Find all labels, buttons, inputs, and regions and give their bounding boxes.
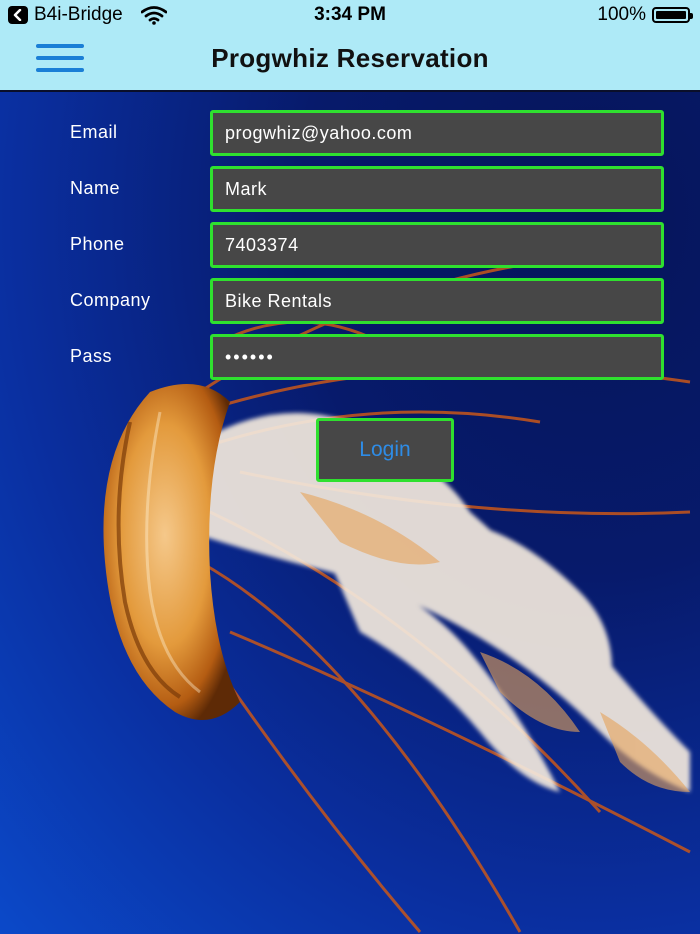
jellyfish-background-image — [103, 250, 691, 933]
page-title: Progwhiz Reservation — [211, 43, 489, 73]
form-row-phone: Phone 7403374 — [0, 222, 700, 268]
company-label: Company — [70, 290, 151, 310]
form-row-email: Email progwhiz@yahoo.com — [0, 110, 700, 156]
phone-field[interactable]: 7403374 — [210, 222, 664, 268]
form-row-company: Company Bike Rentals — [0, 278, 700, 324]
form-row-name: Name Mark — [0, 166, 700, 212]
status-bar: B4i-Bridge 3:34 PM 100% — [0, 0, 700, 30]
pass-label: Pass — [70, 346, 113, 366]
company-field[interactable]: Bike Rentals — [210, 278, 664, 324]
battery-fill — [656, 11, 686, 19]
battery-percent: 100% — [597, 4, 646, 25]
email-label: Email — [70, 122, 118, 142]
login-form-panel: Email progwhiz@yahoo.com Name Mark Phone… — [0, 90, 700, 934]
form-row-pass: Pass •••••• — [0, 334, 700, 380]
phone-label: Phone — [70, 234, 125, 254]
battery-icon — [652, 7, 693, 23]
email-field[interactable]: progwhiz@yahoo.com — [210, 110, 664, 156]
password-field[interactable]: •••••• — [210, 334, 664, 380]
name-field[interactable]: Mark — [210, 166, 664, 212]
login-button[interactable]: Login — [316, 418, 454, 482]
name-label: Name — [70, 178, 121, 198]
nav-bar: Progwhiz Reservation — [0, 30, 700, 90]
status-time: 3:34 PM — [314, 4, 386, 25]
